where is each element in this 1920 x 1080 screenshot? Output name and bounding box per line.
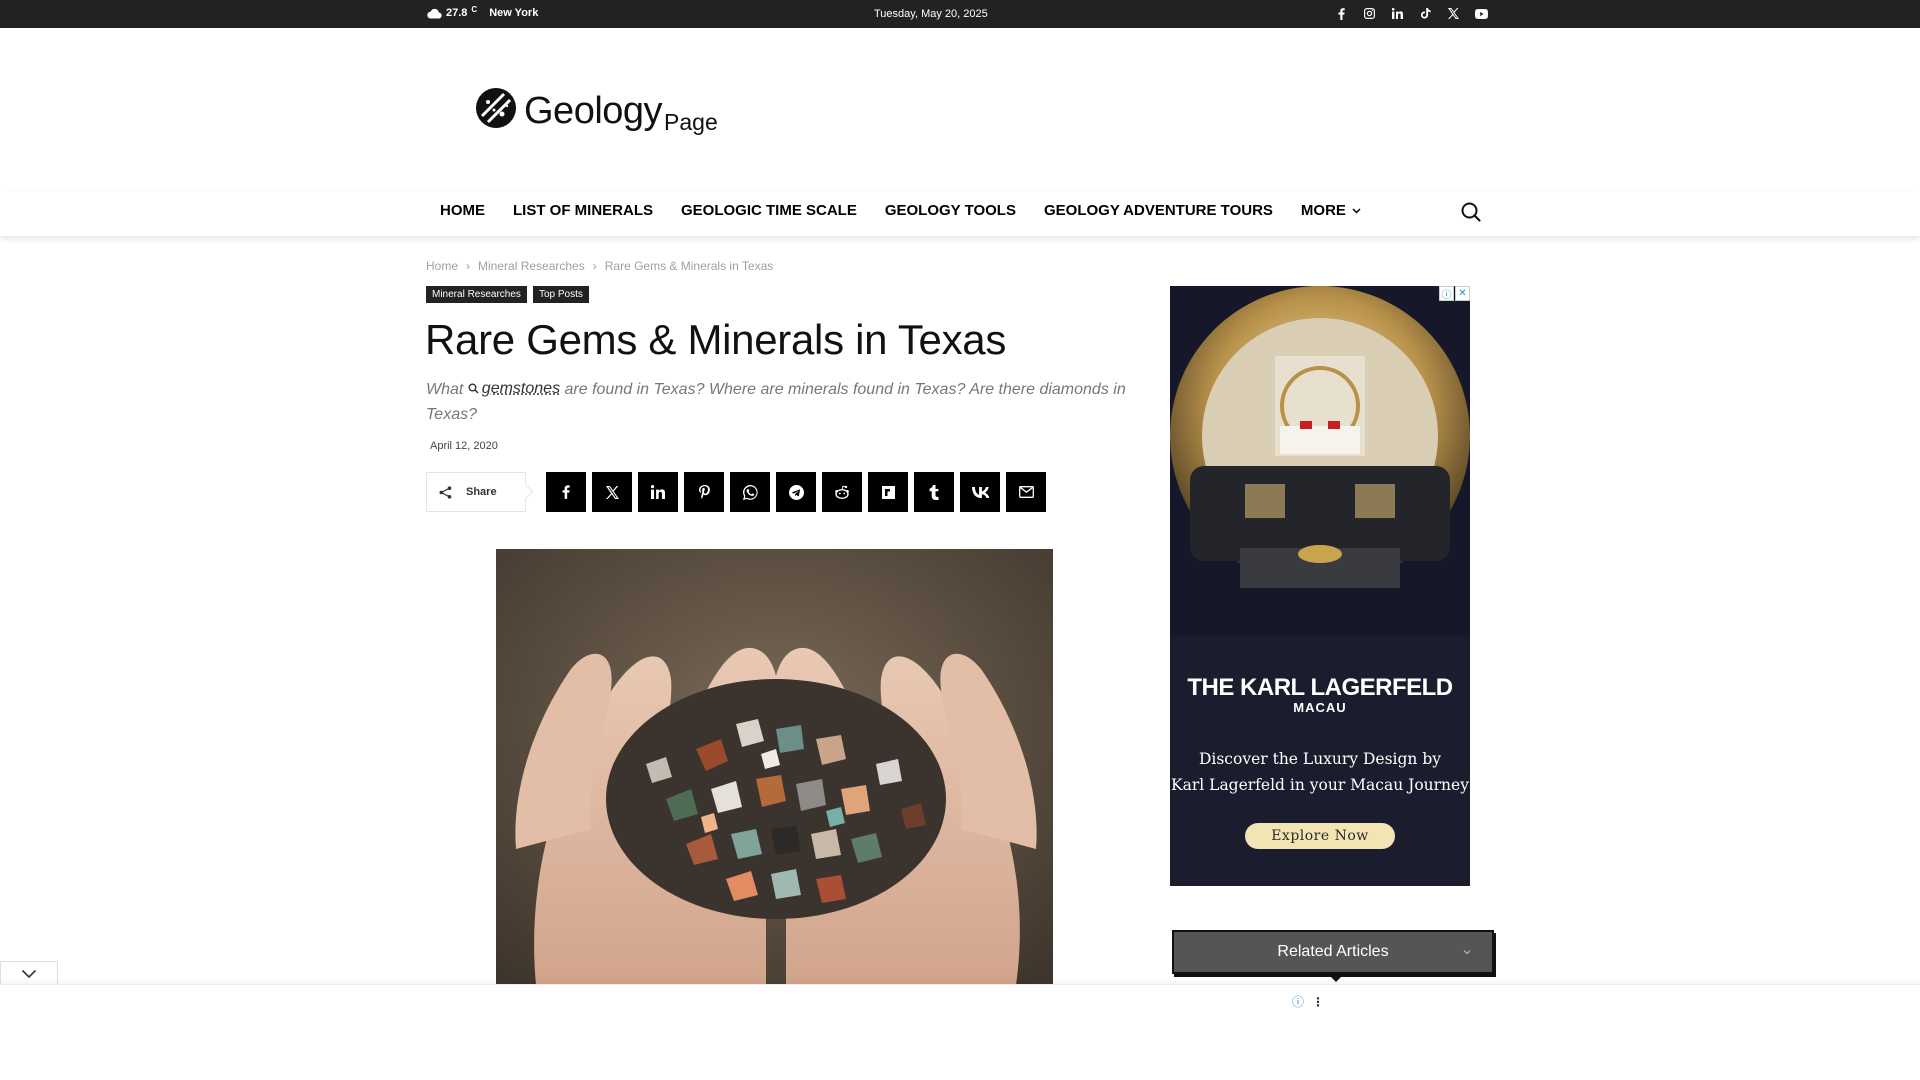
share-facebook-button[interactable] bbox=[546, 472, 586, 512]
nav-item-geology-tools[interactable]: GEOLOGY TOOLS bbox=[871, 192, 1030, 230]
bottom-ad-toggle[interactable] bbox=[0, 961, 58, 986]
nav-item-geology-adventure-tours[interactable]: GEOLOGY ADVENTURE TOURS bbox=[1030, 192, 1287, 230]
ad-copy: Discover the Luxury Design by Karl Lager… bbox=[1170, 746, 1470, 798]
city-name: New York bbox=[489, 7, 539, 19]
keyword-link[interactable]: gemstones bbox=[468, 376, 560, 401]
temperature-value: 27.8 bbox=[446, 7, 468, 19]
cloud-icon bbox=[427, 8, 442, 19]
whatsapp-icon bbox=[742, 484, 758, 500]
chevron-down-icon bbox=[21, 969, 37, 979]
ad-brand-sub: MACAU bbox=[1293, 700, 1347, 715]
share-icon bbox=[439, 485, 452, 499]
geology-logo-icon bbox=[476, 88, 516, 128]
tag-mineral-researches[interactable]: Mineral Researches bbox=[426, 286, 527, 303]
breadcrumb-separator: › bbox=[466, 259, 471, 273]
ad-cta-button[interactable]: Explore Now bbox=[1245, 823, 1395, 849]
pinterest-icon bbox=[698, 485, 710, 499]
search-icon bbox=[468, 383, 479, 394]
current-date: Tuesday, May 20, 2025 bbox=[874, 8, 988, 20]
nav-item-home[interactable]: HOME bbox=[426, 192, 499, 230]
ad-menu-icon[interactable]: ⋮ bbox=[1312, 995, 1324, 1009]
ad-choices[interactable]: ⓘ ✕ bbox=[1439, 286, 1470, 301]
nav-label: GEOLOGIC TIME SCALE bbox=[681, 202, 857, 219]
article-hero-image bbox=[496, 549, 1053, 985]
ad-copy-line: Discover the Luxury Design by bbox=[1198, 750, 1442, 768]
nav-label: HOME bbox=[440, 202, 485, 219]
share-telegram-button[interactable] bbox=[776, 472, 816, 512]
x-icon[interactable] bbox=[1446, 5, 1461, 22]
chevron-down-icon bbox=[1352, 208, 1361, 214]
linkedin-icon bbox=[651, 485, 665, 499]
publish-date: April 12, 2020 bbox=[430, 440, 498, 452]
flipboard-icon bbox=[881, 485, 895, 499]
hands-with-gemstones-illustration bbox=[496, 549, 1053, 985]
ad-copy-line: Karl Lagerfeld in your Macau Journey bbox=[1171, 776, 1469, 794]
share-whatsapp-button[interactable] bbox=[730, 472, 770, 512]
share-buttons bbox=[546, 472, 1046, 512]
breadcrumb-current: Rare Gems & Minerals in Texas bbox=[604, 259, 774, 273]
temperature-unit: C bbox=[471, 4, 478, 14]
instagram-icon[interactable] bbox=[1362, 5, 1377, 22]
bottom-ad-bar: ⓘ ⋮ bbox=[0, 984, 1920, 1080]
breadcrumb-category[interactable]: Mineral Researches bbox=[478, 259, 585, 273]
breadcrumb-home[interactable]: Home bbox=[426, 259, 458, 273]
ad-info-icon[interactable]: ⓘ bbox=[1439, 286, 1454, 301]
youtube-icon[interactable] bbox=[1474, 5, 1489, 22]
nav-label: LIST OF MINERALS bbox=[513, 202, 653, 219]
sidebar-advertisement[interactable]: ⓘ ✕ THE KARL LAGERFELD MACAU Discover th… bbox=[1170, 286, 1470, 886]
share-toggle[interactable]: Share bbox=[426, 472, 526, 512]
email-icon bbox=[1018, 486, 1034, 498]
chevron-down-icon bbox=[1463, 950, 1471, 955]
tiktok-icon[interactable] bbox=[1418, 5, 1433, 22]
site-logo[interactable]: Geology Page bbox=[474, 86, 718, 135]
breadcrumb: Home › Mineral Researches › Rare Gems & … bbox=[426, 259, 773, 273]
nav-item-more[interactable]: MORE bbox=[1287, 192, 1375, 230]
ad-brand: THE KARL LAGERFELD bbox=[1187, 674, 1453, 701]
social-links bbox=[1334, 5, 1489, 22]
weather-widget: 27.8 C New York bbox=[426, 4, 539, 19]
share-label: Share bbox=[466, 486, 497, 498]
facebook-icon bbox=[562, 485, 570, 499]
logo-sub: Page bbox=[664, 109, 718, 135]
subtitle-text: What bbox=[426, 381, 464, 398]
share-pinterest-button[interactable] bbox=[684, 472, 724, 512]
nav-item-list-of-minerals[interactable]: LIST OF MINERALS bbox=[499, 192, 667, 230]
share-email-button[interactable] bbox=[1006, 472, 1046, 512]
top-bar: 27.8 C New York Tuesday, May 20, 2025 bbox=[0, 0, 1920, 28]
share-linkedin-button[interactable] bbox=[638, 472, 678, 512]
related-articles-dropdown[interactable]: Related Articles bbox=[1172, 930, 1494, 982]
telegram-icon bbox=[788, 484, 804, 500]
nav-label: GEOLOGY ADVENTURE TOURS bbox=[1043, 202, 1273, 219]
logo-word: Geology bbox=[524, 90, 663, 132]
reddit-icon bbox=[835, 485, 849, 499]
hotel-room-illustration bbox=[1170, 286, 1470, 636]
vk-icon bbox=[971, 486, 989, 498]
category-tags: Mineral Researches Top Posts bbox=[426, 286, 589, 303]
tag-top-posts[interactable]: Top Posts bbox=[532, 286, 589, 303]
article-title: Rare Gems & Minerals in Texas bbox=[425, 316, 1007, 363]
breadcrumb-separator: › bbox=[592, 259, 597, 273]
ad-close-icon[interactable]: ✕ bbox=[1455, 286, 1470, 301]
x-icon bbox=[605, 485, 619, 499]
share-tumblr-button[interactable] bbox=[914, 472, 954, 512]
share-x-button[interactable] bbox=[592, 472, 632, 512]
tumblr-icon bbox=[929, 484, 939, 500]
article-subtitle: What gemstones are found in Texas? Where… bbox=[426, 376, 1126, 427]
nav-label: GEOLOGY TOOLS bbox=[884, 202, 1016, 219]
share-flipboard-button[interactable] bbox=[868, 472, 908, 512]
ad-info-icon[interactable]: ⓘ bbox=[1292, 993, 1304, 1010]
share-vk-button[interactable] bbox=[960, 472, 1000, 512]
ad-info-controls: ⓘ ⋮ bbox=[1292, 993, 1324, 1010]
facebook-icon[interactable] bbox=[1334, 5, 1349, 22]
main-nav: HOME LIST OF MINERALS GEOLOGIC TIME SCAL… bbox=[0, 192, 1920, 236]
share-reddit-button[interactable] bbox=[822, 472, 862, 512]
linkedin-icon[interactable] bbox=[1390, 5, 1405, 22]
related-articles-label: Related Articles bbox=[1277, 943, 1389, 960]
nav-label: MORE bbox=[1300, 202, 1346, 219]
search-icon[interactable] bbox=[1460, 201, 1482, 223]
keyword-text: gemstones bbox=[481, 380, 561, 397]
nav-item-geologic-time-scale[interactable]: GEOLOGIC TIME SCALE bbox=[667, 192, 871, 230]
